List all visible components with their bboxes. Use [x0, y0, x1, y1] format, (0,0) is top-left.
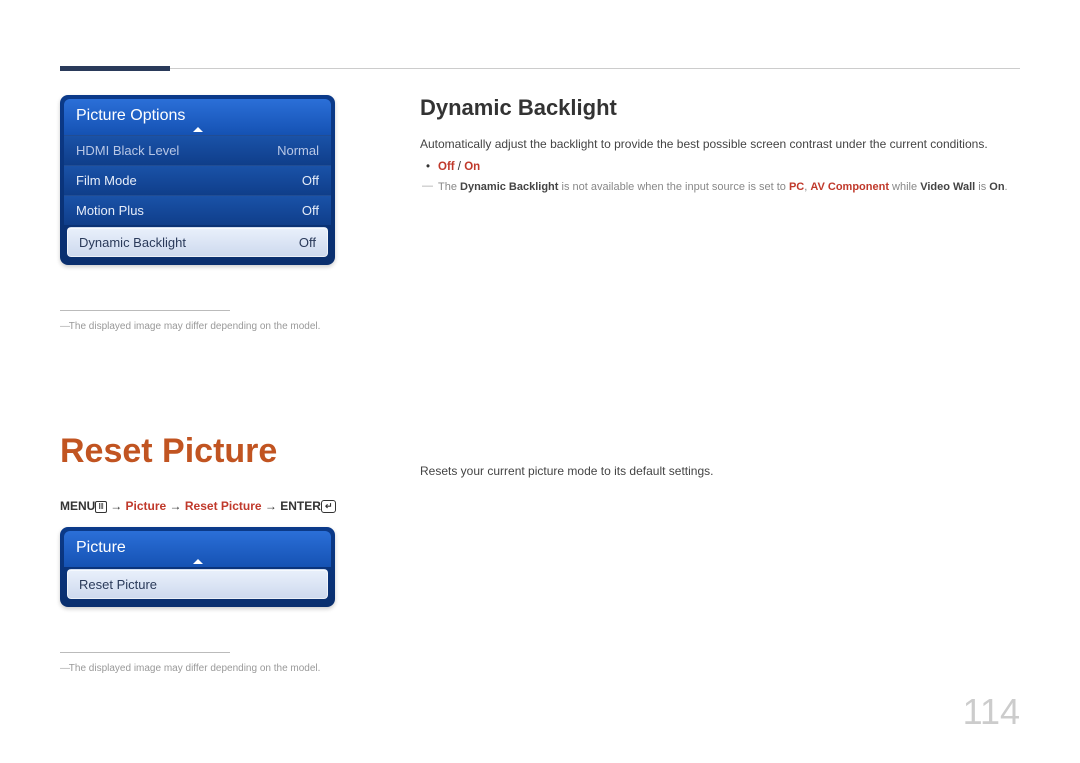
menu-icon: Ⅲ [95, 501, 107, 513]
row-value: Normal [277, 143, 319, 158]
note-text: . [1005, 181, 1008, 193]
note-text: The [438, 181, 460, 193]
crumb-arrow: → [166, 499, 185, 513]
crumb-picture: Picture [126, 499, 167, 513]
row-value: Off [299, 235, 316, 250]
note-av: AV Component [810, 181, 889, 193]
menu-item-motion-plus[interactable]: Motion Plus Off [64, 195, 331, 225]
enter-icon [321, 500, 337, 513]
description-text: Automatically adjust the backlight to pr… [420, 135, 1020, 153]
availability-note: The Dynamic Backlight is not available w… [438, 179, 1020, 196]
menu-item-dynamic-backlight[interactable]: Dynamic Backlight Off [67, 227, 328, 257]
up-arrow-icon [193, 127, 203, 132]
menu-title: Picture [76, 539, 126, 556]
row-value: Off [302, 203, 319, 218]
page-number: 114 [963, 691, 1020, 733]
section-heading-dynamic-backlight: Dynamic Backlight [420, 95, 1020, 121]
crumb-reset: Reset Picture [185, 499, 262, 513]
note-text: while [889, 181, 920, 193]
option-bullet: Off / On [438, 161, 1020, 173]
breadcrumb: MENUⅢ → Picture → Reset Picture → ENTER [60, 499, 390, 513]
menu-item-film-mode[interactable]: Film Mode Off [64, 165, 331, 195]
note-bold: Dynamic Backlight [460, 181, 558, 193]
menu-header: Picture [64, 531, 331, 567]
up-arrow-icon [193, 559, 203, 564]
crumb-arrow: → [107, 499, 126, 513]
row-value: Off [302, 173, 319, 188]
menu-item-hdmi-black-level[interactable]: HDMI Black Level Normal [64, 135, 331, 165]
option-sep: / [455, 161, 465, 173]
section-heading-reset-picture: Reset Picture [60, 432, 390, 471]
crumb-menu: MENU [60, 499, 95, 513]
option-on: On [464, 161, 480, 173]
footnote-text: The displayed image may differ depending… [60, 663, 390, 674]
note-vw: Video Wall [920, 181, 975, 193]
crumb-arrow: → [262, 499, 281, 513]
row-label: Film Mode [76, 173, 137, 188]
row-label: HDMI Black Level [76, 143, 179, 158]
note-pc: PC [789, 181, 804, 193]
crumb-enter: ENTER [280, 499, 321, 513]
note-text: is not available when the input source i… [558, 181, 789, 193]
picture-options-menu: Picture Options HDMI Black Level Normal … [60, 95, 335, 265]
picture-submenu: Picture Reset Picture [60, 527, 335, 607]
reset-description: Resets your current picture mode to its … [420, 462, 1020, 480]
menu-title: Picture Options [76, 107, 185, 124]
note-text: is [975, 181, 989, 193]
footnote-divider [60, 310, 230, 311]
option-off: Off [438, 161, 455, 173]
row-label: Dynamic Backlight [79, 235, 186, 250]
note-on: On [989, 181, 1004, 193]
row-label: Motion Plus [76, 203, 144, 218]
footnote-text: The displayed image may differ depending… [60, 321, 390, 332]
menu-header: Picture Options [64, 99, 331, 135]
menu-item-reset-picture[interactable]: Reset Picture [67, 569, 328, 599]
footnote-divider [60, 652, 230, 653]
row-label: Reset Picture [79, 577, 157, 592]
header-rule [60, 68, 1020, 69]
